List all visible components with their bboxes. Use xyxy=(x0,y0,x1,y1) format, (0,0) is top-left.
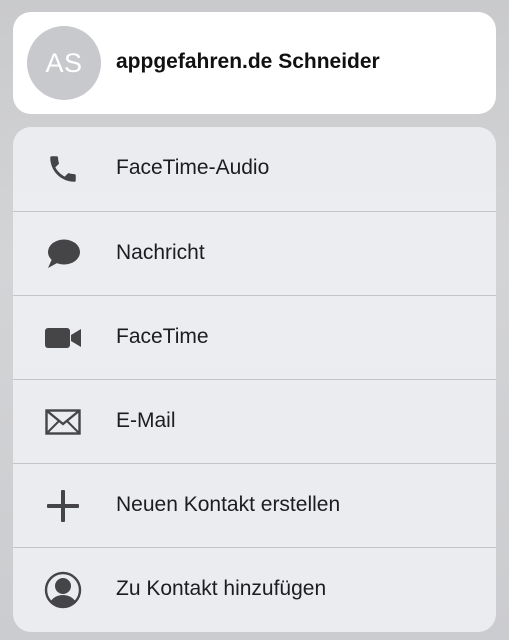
facetime-audio-action[interactable]: FaceTime-Audio xyxy=(13,127,496,211)
message-action[interactable]: Nachricht xyxy=(13,212,496,296)
video-camera-icon xyxy=(43,318,83,358)
action-label: FaceTime-Audio xyxy=(116,156,270,179)
contact-header-card[interactable]: AS appgefahren.de Schneider xyxy=(13,12,496,114)
action-label: Neuen Kontakt erstellen xyxy=(116,493,341,516)
envelope-icon xyxy=(43,402,83,442)
facetime-video-action[interactable]: FaceTime xyxy=(13,296,496,380)
contact-name: appgefahren.de Schneider xyxy=(116,50,380,73)
create-contact-action[interactable]: Neuen Kontakt erstellen xyxy=(13,464,496,548)
avatar-initials: AS xyxy=(45,47,83,78)
avatar: AS xyxy=(27,26,101,100)
phone-icon xyxy=(43,149,83,189)
email-action[interactable]: E-Mail xyxy=(13,380,496,464)
plus-icon xyxy=(43,486,83,526)
action-label: FaceTime xyxy=(116,325,209,348)
contact-action-menu: FaceTime-Audio Nachricht FaceTime E-Mail… xyxy=(13,127,496,632)
add-to-contact-action[interactable]: Zu Kontakt hinzufügen xyxy=(13,548,496,632)
action-label: E-Mail xyxy=(116,409,176,432)
person-circle-icon xyxy=(43,570,83,610)
action-label: Nachricht xyxy=(116,241,205,264)
action-label: Zu Kontakt hinzufügen xyxy=(116,577,327,600)
message-bubble-icon xyxy=(43,234,83,274)
